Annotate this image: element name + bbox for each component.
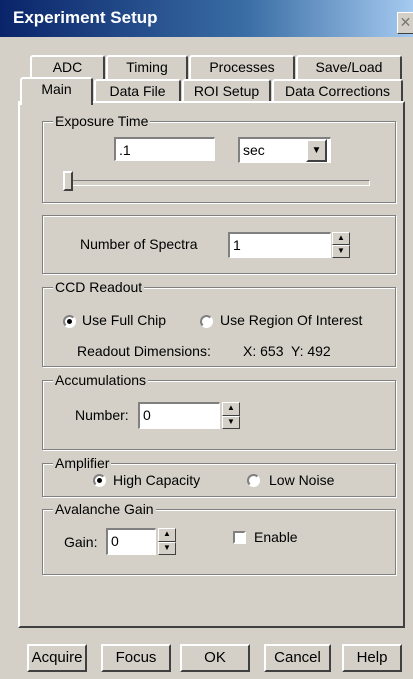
help-button[interactable]: Help bbox=[342, 644, 402, 672]
spin-up-icon[interactable]: ▲ bbox=[158, 528, 176, 542]
radio-high-capacity[interactable] bbox=[93, 474, 106, 487]
focus-button[interactable]: Focus bbox=[101, 644, 171, 672]
tab-processes[interactable]: Processes bbox=[189, 55, 295, 79]
radio-low-noise[interactable] bbox=[247, 474, 260, 487]
spectra-label: Number of Spectra bbox=[80, 236, 198, 252]
tab-label: ADC bbox=[52, 59, 83, 75]
readout-dimensions-label: Readout Dimensions: bbox=[77, 343, 211, 359]
full-chip-label: Use Full Chip bbox=[82, 312, 167, 328]
accumulations-label: Number: bbox=[75, 407, 129, 423]
spin-up-icon[interactable]: ▲ bbox=[222, 402, 240, 416]
tab-label: Save/Load bbox=[315, 59, 383, 75]
radio-full-chip[interactable] bbox=[63, 315, 76, 328]
tab-label: ROI Setup bbox=[193, 83, 260, 99]
group-legend: Amplifier bbox=[53, 454, 112, 472]
close-button[interactable]: ✕ bbox=[397, 12, 413, 34]
radio-region-of-interest[interactable] bbox=[200, 315, 213, 328]
tab-data-corrections[interactable]: Data Corrections bbox=[272, 79, 403, 103]
tab-data-file[interactable]: Data File bbox=[94, 79, 181, 103]
window-title: Experiment Setup bbox=[13, 8, 158, 27]
tab-timing[interactable]: Timing bbox=[106, 55, 188, 79]
close-icon: ✕ bbox=[399, 14, 412, 30]
group-legend: Exposure Time bbox=[53, 112, 151, 130]
tab-roi-setup[interactable]: ROI Setup bbox=[182, 79, 271, 103]
accumulations-input[interactable]: 0 bbox=[138, 402, 220, 429]
spin-down-icon[interactable]: ▼ bbox=[222, 415, 240, 429]
gain-spinner[interactable]: ▲ ▼ bbox=[158, 528, 176, 555]
exposure-slider-thumb[interactable] bbox=[63, 171, 73, 191]
exposure-time-group: Exposure Time bbox=[42, 112, 396, 203]
tab-label: Timing bbox=[126, 59, 168, 75]
spin-down-icon[interactable]: ▼ bbox=[158, 541, 176, 555]
gain-input[interactable]: 0 bbox=[106, 528, 156, 555]
tab-label: Main bbox=[41, 81, 72, 97]
spin-up-icon[interactable]: ▲ bbox=[332, 232, 350, 245]
chevron-down-icon: ▼ bbox=[311, 145, 322, 156]
window-titlebar: Experiment Setup bbox=[0, 0, 413, 37]
accumulations-spinner[interactable]: ▲ ▼ bbox=[222, 402, 240, 429]
low-noise-label: Low Noise bbox=[269, 472, 335, 488]
unit-value: sec bbox=[243, 142, 265, 158]
roi-label: Use Region Of Interest bbox=[220, 312, 363, 328]
enable-checkbox[interactable] bbox=[233, 531, 246, 544]
gain-label: Gain: bbox=[64, 534, 98, 550]
exposure-time-input[interactable]: .1 bbox=[114, 137, 215, 161]
acquire-button[interactable]: Acquire bbox=[27, 644, 87, 672]
spectra-spinner[interactable]: ▲ ▼ bbox=[332, 232, 350, 258]
cancel-button[interactable]: Cancel bbox=[264, 644, 331, 672]
group-legend: Accumulations bbox=[53, 371, 149, 389]
group-legend: CCD Readout bbox=[53, 278, 145, 296]
exposure-unit-dropdown-button[interactable]: ▼ bbox=[306, 139, 327, 162]
tab-label: Processes bbox=[209, 59, 275, 75]
ok-button[interactable]: OK bbox=[180, 644, 250, 672]
readout-dimensions-value: X: 653 Y: 492 bbox=[243, 343, 331, 359]
enable-label: Enable bbox=[254, 529, 298, 545]
group-legend: Avalanche Gain bbox=[53, 500, 156, 518]
spin-down-icon[interactable]: ▼ bbox=[332, 245, 350, 258]
tab-label: Data Corrections bbox=[284, 83, 391, 99]
exposure-slider-track[interactable] bbox=[66, 180, 370, 186]
tab-adc[interactable]: ADC bbox=[30, 55, 105, 79]
high-capacity-label: High Capacity bbox=[113, 472, 201, 488]
spectra-input[interactable]: 1 bbox=[228, 232, 331, 258]
tab-label: Data File bbox=[109, 83, 166, 99]
tab-save-load[interactable]: Save/Load bbox=[296, 55, 402, 79]
tab-main[interactable]: Main bbox=[20, 77, 93, 105]
